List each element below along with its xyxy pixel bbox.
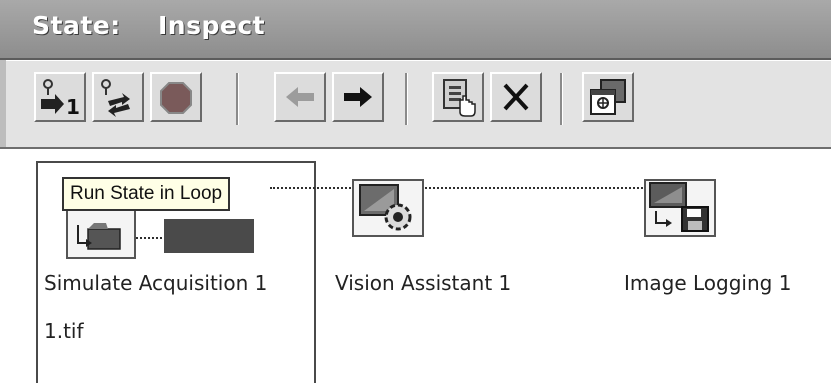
add-state-button[interactable]: 1	[34, 72, 86, 122]
stop-octagon-icon	[160, 82, 192, 114]
vision-assistant-step[interactable]	[352, 179, 424, 237]
svg-text:1: 1	[66, 95, 80, 117]
image-logging-step[interactable]	[644, 179, 716, 237]
step-label: Image Logging 1	[624, 271, 792, 295]
tooltip: Run State in Loop	[62, 177, 231, 211]
step-label: Simulate Acquisition 1	[44, 271, 268, 295]
x-icon	[503, 83, 529, 111]
step-connector	[136, 237, 166, 239]
vision-gear-icon	[359, 184, 412, 231]
simulate-acquisition-step[interactable]	[66, 203, 136, 259]
state-diagram-canvas: Run State in Loop Simulate Acquisition 1…	[0, 147, 831, 383]
step-detail: 1.tif	[44, 319, 84, 343]
toolbar-separator	[405, 73, 408, 125]
step-label: Vision Assistant 1	[335, 271, 512, 295]
state-label: State:	[32, 11, 121, 40]
overlay-button[interactable]	[582, 72, 634, 122]
stop-button[interactable]	[150, 72, 202, 122]
delete-button[interactable]	[490, 72, 542, 122]
loop-state-button[interactable]	[92, 72, 144, 122]
probe-arrow-one-icon: 1	[41, 79, 80, 117]
toolbar: 1	[0, 60, 831, 147]
step-connector	[270, 187, 354, 189]
image-save-icon	[649, 182, 709, 232]
arrow-right-icon	[344, 87, 372, 107]
arrow-left-icon	[286, 87, 314, 107]
title-bar: State: Inspect	[0, 0, 831, 60]
window-overlay-icon	[590, 79, 626, 115]
folder-import-icon	[77, 223, 121, 250]
move-left-button[interactable]	[274, 72, 326, 122]
state-value: Inspect	[158, 11, 266, 40]
step-connector	[425, 187, 643, 189]
probe-cycle-icon	[101, 79, 130, 117]
toolbar-separator	[236, 73, 239, 125]
step-placeholder-block	[164, 219, 254, 253]
toolbar-separator	[560, 73, 563, 125]
insert-step-button[interactable]	[432, 72, 484, 122]
move-right-button[interactable]	[332, 72, 384, 122]
clipboard-hand-icon	[443, 79, 476, 117]
